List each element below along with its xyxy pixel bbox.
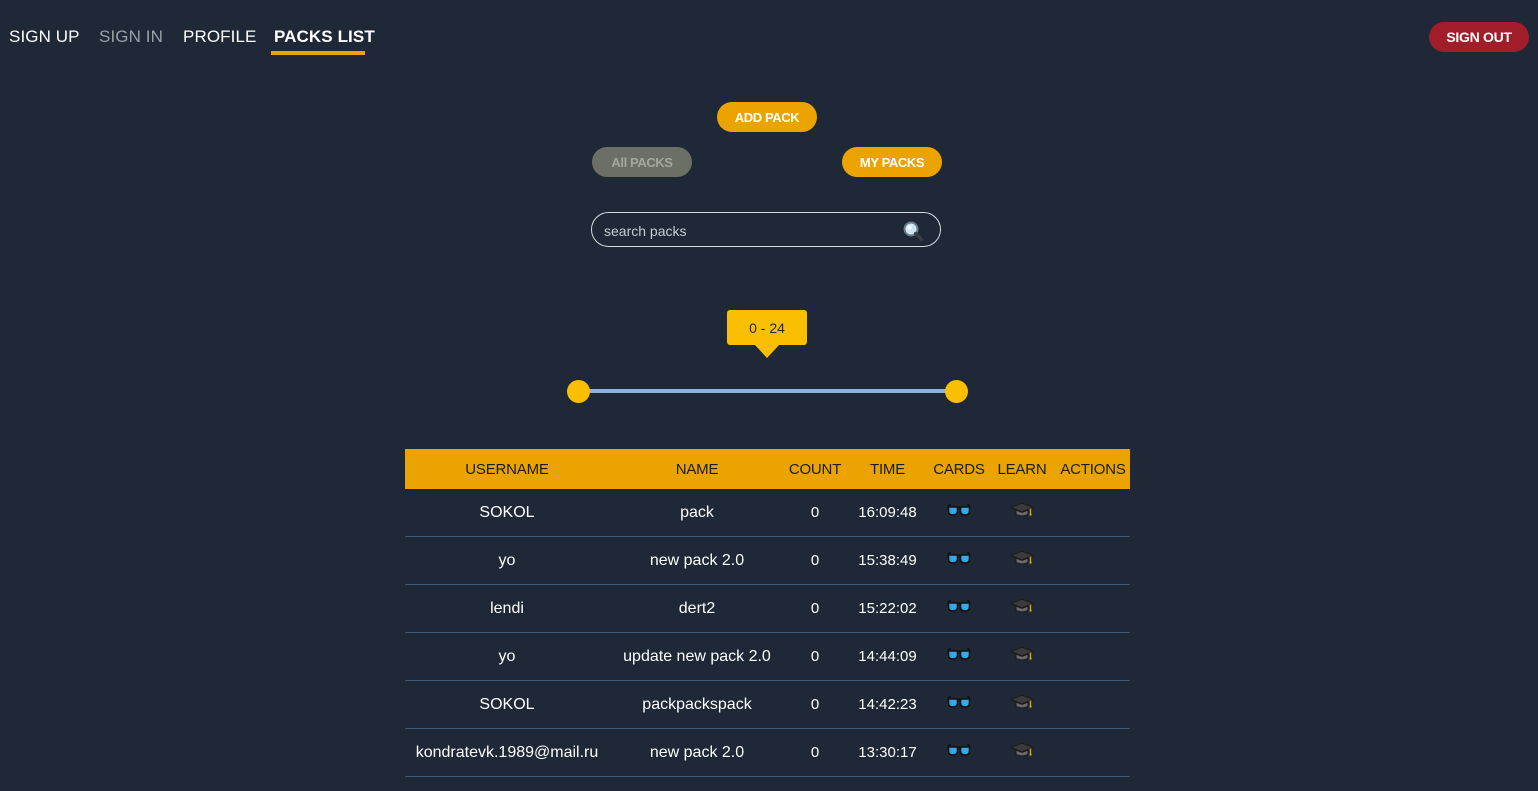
header-username[interactable]: USERNAME [405, 461, 609, 478]
header-count[interactable]: COUNT [785, 461, 845, 478]
search-box [591, 212, 941, 247]
search-icon[interactable] [902, 220, 924, 242]
cell-time: 16:09:48 [858, 504, 917, 521]
table-header: USERNAME NAME COUNT TIME CARDS LEARN ACT… [405, 449, 1130, 489]
glasses-icon[interactable] [947, 694, 971, 715]
graduation-cap-icon[interactable] [1009, 645, 1035, 668]
range-value-tooltip: 0 - 24 [727, 310, 807, 345]
cell-cards [930, 646, 988, 667]
table-row: lendi dert2 0 15:22:02 [405, 585, 1130, 633]
glasses-icon[interactable] [947, 550, 971, 571]
range-max-handle[interactable] [945, 380, 968, 403]
header-time[interactable]: TIME [845, 461, 930, 478]
cell-username: yo [498, 647, 516, 665]
add-pack-button[interactable]: ADD PACK [717, 102, 817, 132]
range-track[interactable] [578, 389, 956, 393]
cell-cards [930, 550, 988, 571]
graduation-cap-icon[interactable] [1009, 549, 1035, 572]
cell-count: 0 [810, 696, 820, 713]
cell-learn [988, 741, 1056, 764]
cell-time: 13:30:17 [858, 744, 917, 761]
cell-learn [988, 501, 1056, 524]
tooltip-arrow [755, 345, 779, 358]
graduation-cap-icon[interactable] [1009, 597, 1035, 620]
table-body: SOKOL pack 0 16:09:48 yo new pack 2.0 0 … [405, 489, 1130, 777]
cell-username: kondratevk.1989@mail.ru [415, 743, 599, 761]
graduation-cap-icon[interactable] [1009, 501, 1035, 524]
active-tab-underline [271, 51, 365, 55]
header-actions: ACTIONS [1060, 460, 1126, 478]
cell-learn [988, 693, 1056, 716]
cell-username: SOKOL [479, 503, 535, 521]
graduation-cap-icon[interactable] [1009, 693, 1035, 716]
cell-cards [930, 502, 988, 523]
cell-name: new pack 2.0 [649, 551, 745, 569]
cell-cards [930, 598, 988, 619]
header-learn: LEARN [997, 460, 1047, 478]
table-row: SOKOL packpackspack 0 14:42:23 [405, 681, 1130, 729]
top-nav: SIGN UP SIGN IN PROFILE PACKS LIST SIGN … [0, 0, 1538, 75]
cell-name: packpackspack [642, 695, 752, 713]
all-packs-button[interactable]: All PACKS [592, 147, 692, 177]
nav-profile[interactable]: PROFILE [183, 27, 256, 47]
cell-name: new pack 2.0 [649, 743, 745, 761]
cell-time: 15:22:02 [858, 600, 917, 617]
header-cards: CARDS [933, 460, 985, 478]
cell-cards [930, 742, 988, 763]
cell-count: 0 [810, 504, 820, 521]
nav-packs-list[interactable]: PACKS LIST [274, 27, 375, 47]
cell-learn [988, 549, 1056, 572]
cell-username: SOKOL [479, 695, 535, 713]
cell-time: 15:38:49 [858, 552, 917, 569]
cell-name: update new pack 2.0 [623, 647, 771, 665]
nav-sign-up[interactable]: SIGN UP [9, 27, 80, 47]
header-name[interactable]: NAME [609, 461, 785, 478]
sign-out-button[interactable]: SIGN OUT [1429, 22, 1529, 52]
cell-time: 14:44:09 [858, 648, 917, 665]
cell-name: pack [680, 503, 714, 521]
packs-list-page: SIGN UP SIGN IN PROFILE PACKS LIST SIGN … [0, 0, 1538, 791]
search-input[interactable] [602, 219, 886, 243]
my-packs-button[interactable]: MY PACKS [842, 147, 942, 177]
glasses-icon[interactable] [947, 742, 971, 763]
table-row: yo new pack 2.0 0 15:38:49 [405, 537, 1130, 585]
cell-time: 14:42:23 [858, 696, 917, 713]
table-row: yo update new pack 2.0 0 14:44:09 [405, 633, 1130, 681]
graduation-cap-icon[interactable] [1009, 741, 1035, 764]
cell-username: yo [498, 551, 516, 569]
cell-username: lendi [490, 599, 524, 617]
cell-count: 0 [810, 648, 820, 665]
table-row: kondratevk.1989@mail.ru new pack 2.0 0 1… [405, 729, 1130, 777]
nav-sign-in[interactable]: SIGN IN [99, 27, 163, 47]
cell-count: 0 [810, 552, 820, 569]
glasses-icon[interactable] [947, 598, 971, 619]
cell-count: 0 [810, 744, 820, 761]
cell-cards [930, 694, 988, 715]
cell-name: dert2 [678, 599, 716, 617]
glasses-icon[interactable] [947, 502, 971, 523]
glasses-icon[interactable] [947, 646, 971, 667]
cell-learn [988, 645, 1056, 668]
cell-learn [988, 597, 1056, 620]
range-min-handle[interactable] [567, 380, 590, 403]
cell-count: 0 [810, 600, 820, 617]
table-row: SOKOL pack 0 16:09:48 [405, 489, 1130, 537]
packs-table: USERNAME NAME COUNT TIME CARDS LEARN ACT… [405, 449, 1130, 777]
